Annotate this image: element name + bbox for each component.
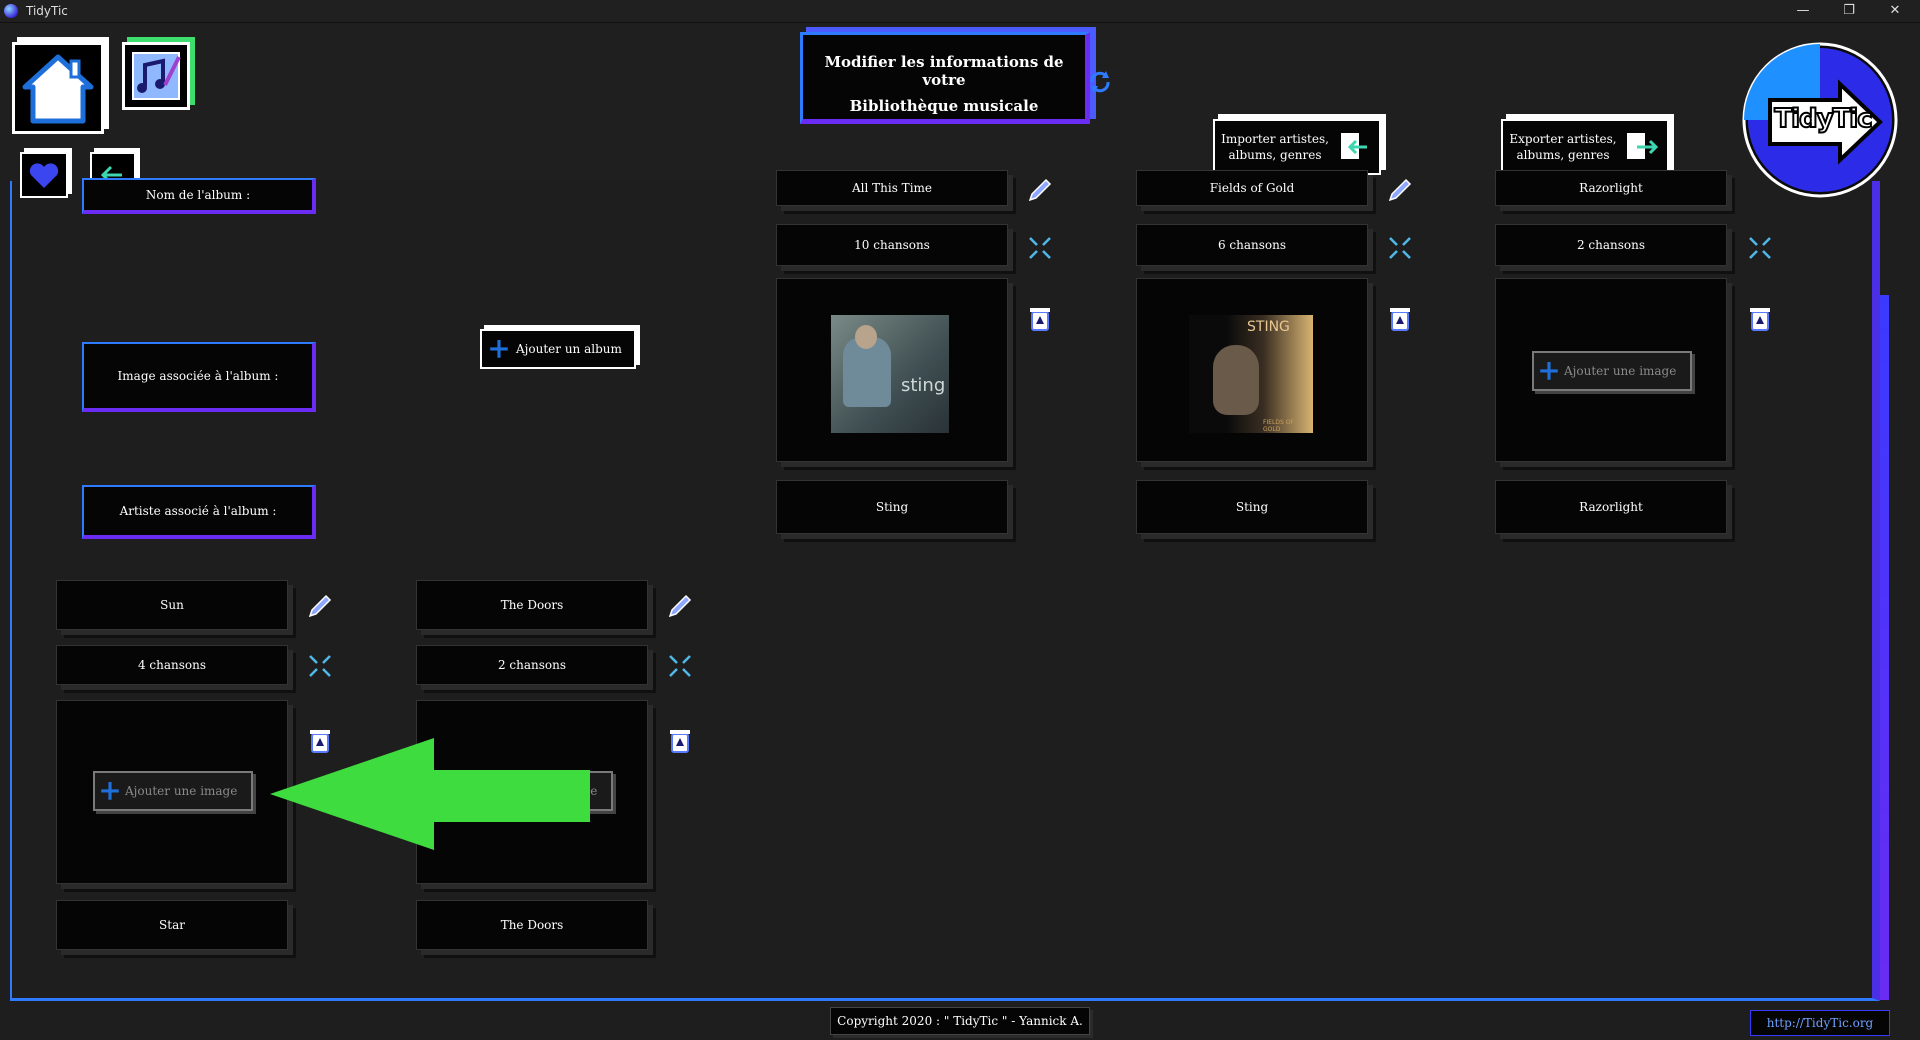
add-image-button[interactable]: + Ajouter une image (1532, 351, 1692, 391)
edit-pencil-icon[interactable] (1386, 176, 1414, 204)
import-button[interactable]: Importer artistes, albums, genres (1213, 119, 1381, 175)
plus-icon: + (98, 774, 122, 807)
edit-pencil-icon[interactable] (666, 592, 694, 620)
add-album-button[interactable]: + Ajouter un album (480, 329, 636, 369)
delete-trash-icon[interactable] (1026, 304, 1054, 332)
album-cover-tile: sting (776, 278, 1008, 462)
plus-icon: + (487, 332, 511, 365)
album-songs-field: 2 chansons (416, 645, 648, 685)
home-icon (22, 54, 94, 124)
album-cover-image: sting (831, 315, 949, 433)
annotation-arrow-icon (270, 738, 590, 850)
album-name-field[interactable]: Razorlight (1495, 170, 1727, 206)
album-cover-tile: + Ajouter une image (56, 700, 288, 884)
home-button[interactable] (12, 42, 104, 134)
expand-icon[interactable] (1386, 234, 1414, 262)
website-link[interactable]: http://TidyTic.org (1750, 1010, 1890, 1036)
album-image-label: Image associée à l'album : (82, 342, 316, 412)
add-image-label: Ajouter une image (1564, 364, 1677, 378)
minimize-button[interactable]: — (1780, 0, 1826, 23)
album-artist-field[interactable]: Razorlight (1495, 480, 1727, 534)
expand-icon[interactable] (1026, 234, 1054, 262)
import-icon (1341, 133, 1367, 159)
app-icon (4, 4, 18, 18)
delete-trash-icon[interactable] (1746, 304, 1774, 332)
logo-text: TidyTic (1773, 103, 1873, 135)
delete-trash-icon[interactable] (1386, 304, 1414, 332)
album-songs-field: 4 chansons (56, 645, 288, 685)
album-artist-label: Artiste associé à l'album : (82, 485, 316, 539)
music-library-button[interactable] (122, 42, 190, 110)
expand-icon[interactable] (1746, 234, 1774, 262)
page-title-line1: Modifier les informations de votre (824, 53, 1064, 89)
album-artist-field[interactable]: Sting (1136, 480, 1368, 534)
window-title: TidyTic (26, 4, 68, 18)
add-album-label: Ajouter un album (516, 342, 622, 356)
album-songs-field: 10 chansons (776, 224, 1008, 266)
album-name-label: Nom de l'album : (82, 178, 316, 214)
copyright-text: Copyright 2020 : " TidyTic " - Yannick A… (830, 1007, 1090, 1035)
scrollbar-thumb[interactable] (1880, 295, 1889, 1000)
restore-button[interactable]: ❐ (1826, 0, 1872, 23)
edit-pencil-icon[interactable] (1026, 176, 1054, 204)
music-note-icon (132, 52, 181, 100)
album-name-field[interactable]: Fields of Gold (1136, 170, 1368, 206)
album-cover-tile: STING FIELDS OF GOLD (1136, 278, 1368, 462)
album-cover-tile: + Ajouter une image (1495, 278, 1727, 462)
page-title-line2: Bibliothèque musicale (849, 97, 1039, 115)
delete-trash-icon[interactable] (666, 726, 694, 754)
album-artist-field[interactable]: Star (56, 900, 288, 950)
plus-icon: + (1537, 354, 1561, 387)
page-title-banner: Modifier les informations de votre Bibli… (800, 32, 1090, 124)
tidytic-logo: TidyTic (1740, 40, 1900, 200)
expand-icon[interactable] (666, 652, 694, 680)
export-icon (1627, 133, 1659, 159)
title-bar: TidyTic — ❐ ✕ (0, 0, 1920, 23)
album-artist-field[interactable]: The Doors (416, 900, 648, 950)
album-cover-image: STING FIELDS OF GOLD (1189, 315, 1313, 433)
add-image-label: Ajouter une image (125, 784, 238, 798)
close-button[interactable]: ✕ (1872, 0, 1918, 23)
album-artist-field[interactable]: Sting (776, 480, 1008, 534)
album-name-field[interactable]: The Doors (416, 580, 648, 630)
app-window: TidyTic — ❐ ✕ Modifier les informations … (0, 0, 1920, 1040)
export-label: Exporter artistes, albums, genres (1509, 132, 1617, 162)
expand-icon[interactable] (306, 652, 334, 680)
album-songs-field: 6 chansons (1136, 224, 1368, 266)
refresh-icon[interactable] (1086, 68, 1114, 96)
export-button[interactable]: Exporter artistes, albums, genres (1501, 119, 1669, 175)
album-name-field[interactable]: All This Time (776, 170, 1008, 206)
edit-pencil-icon[interactable] (306, 592, 334, 620)
album-name-field[interactable]: Sun (56, 580, 288, 630)
add-image-button[interactable]: + Ajouter une image (93, 771, 253, 811)
album-songs-field: 2 chansons (1495, 224, 1727, 266)
import-label: Importer artistes, albums, genres (1221, 132, 1329, 162)
